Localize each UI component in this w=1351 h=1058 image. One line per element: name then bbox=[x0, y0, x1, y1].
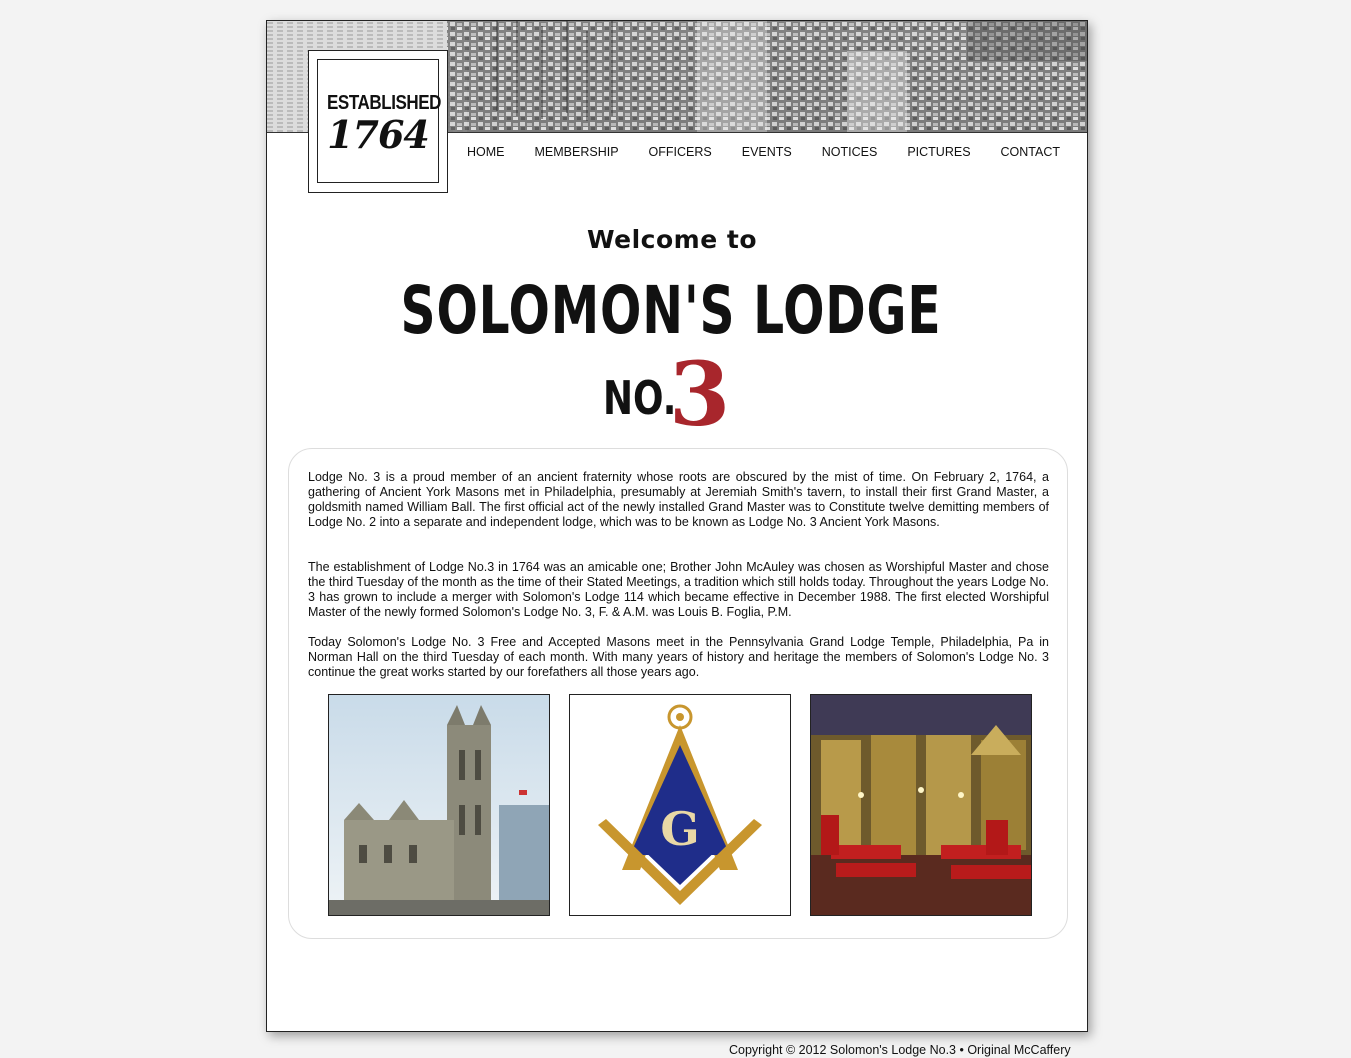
established-badge-frame: ESTABLISHED 1764 bbox=[317, 59, 442, 183]
lodge-number-line: NO. 3 bbox=[603, 349, 763, 439]
lodge-no-label: NO. bbox=[603, 371, 677, 425]
square-and-compasses-emblem[interactable]: G bbox=[569, 694, 791, 916]
masonic-temple-photo[interactable] bbox=[328, 694, 550, 916]
welcome-heading: Welcome to bbox=[586, 225, 758, 254]
footer-copyright: Copyright © 2012 Solomon's Lodge No.3 • … bbox=[729, 1043, 1071, 1057]
nav-pictures[interactable]: PICTURES bbox=[907, 144, 970, 164]
established-badge: ESTABLISHED 1764 bbox=[308, 50, 448, 193]
established-label: ESTABLISHED bbox=[327, 92, 442, 114]
nav-events[interactable]: EVENTS bbox=[742, 144, 792, 164]
history-paragraph-2: The establishment of Lodge No.3 in 1764 … bbox=[308, 560, 1049, 619]
history-paragraph-1: Lodge No. 3 is a proud member of an anci… bbox=[308, 470, 1049, 529]
nav-officers[interactable]: OFFICERS bbox=[649, 144, 712, 164]
nav-membership[interactable]: MEMBERSHIP bbox=[535, 144, 619, 164]
nav-home[interactable]: HOME bbox=[467, 144, 505, 164]
lodge-name-title: SOLOMON'S LODGE bbox=[400, 272, 942, 349]
nav-notices[interactable]: NOTICES bbox=[822, 144, 878, 164]
main-nav: HOME MEMBERSHIP OFFICERS EVENTS NOTICES … bbox=[467, 144, 1060, 164]
lodge-hall-interior-photo[interactable] bbox=[810, 694, 1032, 916]
history-paragraph-3: Today Solomon's Lodge No. 3 Free and Acc… bbox=[308, 635, 1049, 679]
svg-text:G: G bbox=[660, 802, 699, 856]
page-container: ESTABLISHED 1764 HOME MEMBERSHIP OFFICER… bbox=[266, 20, 1088, 1032]
established-year: 1764 bbox=[327, 112, 430, 157]
lodge-number: 3 bbox=[669, 342, 731, 446]
content-panel: Lodge No. 3 is a proud member of an anci… bbox=[288, 448, 1068, 939]
nav-contact[interactable]: CONTACT bbox=[1001, 144, 1061, 164]
